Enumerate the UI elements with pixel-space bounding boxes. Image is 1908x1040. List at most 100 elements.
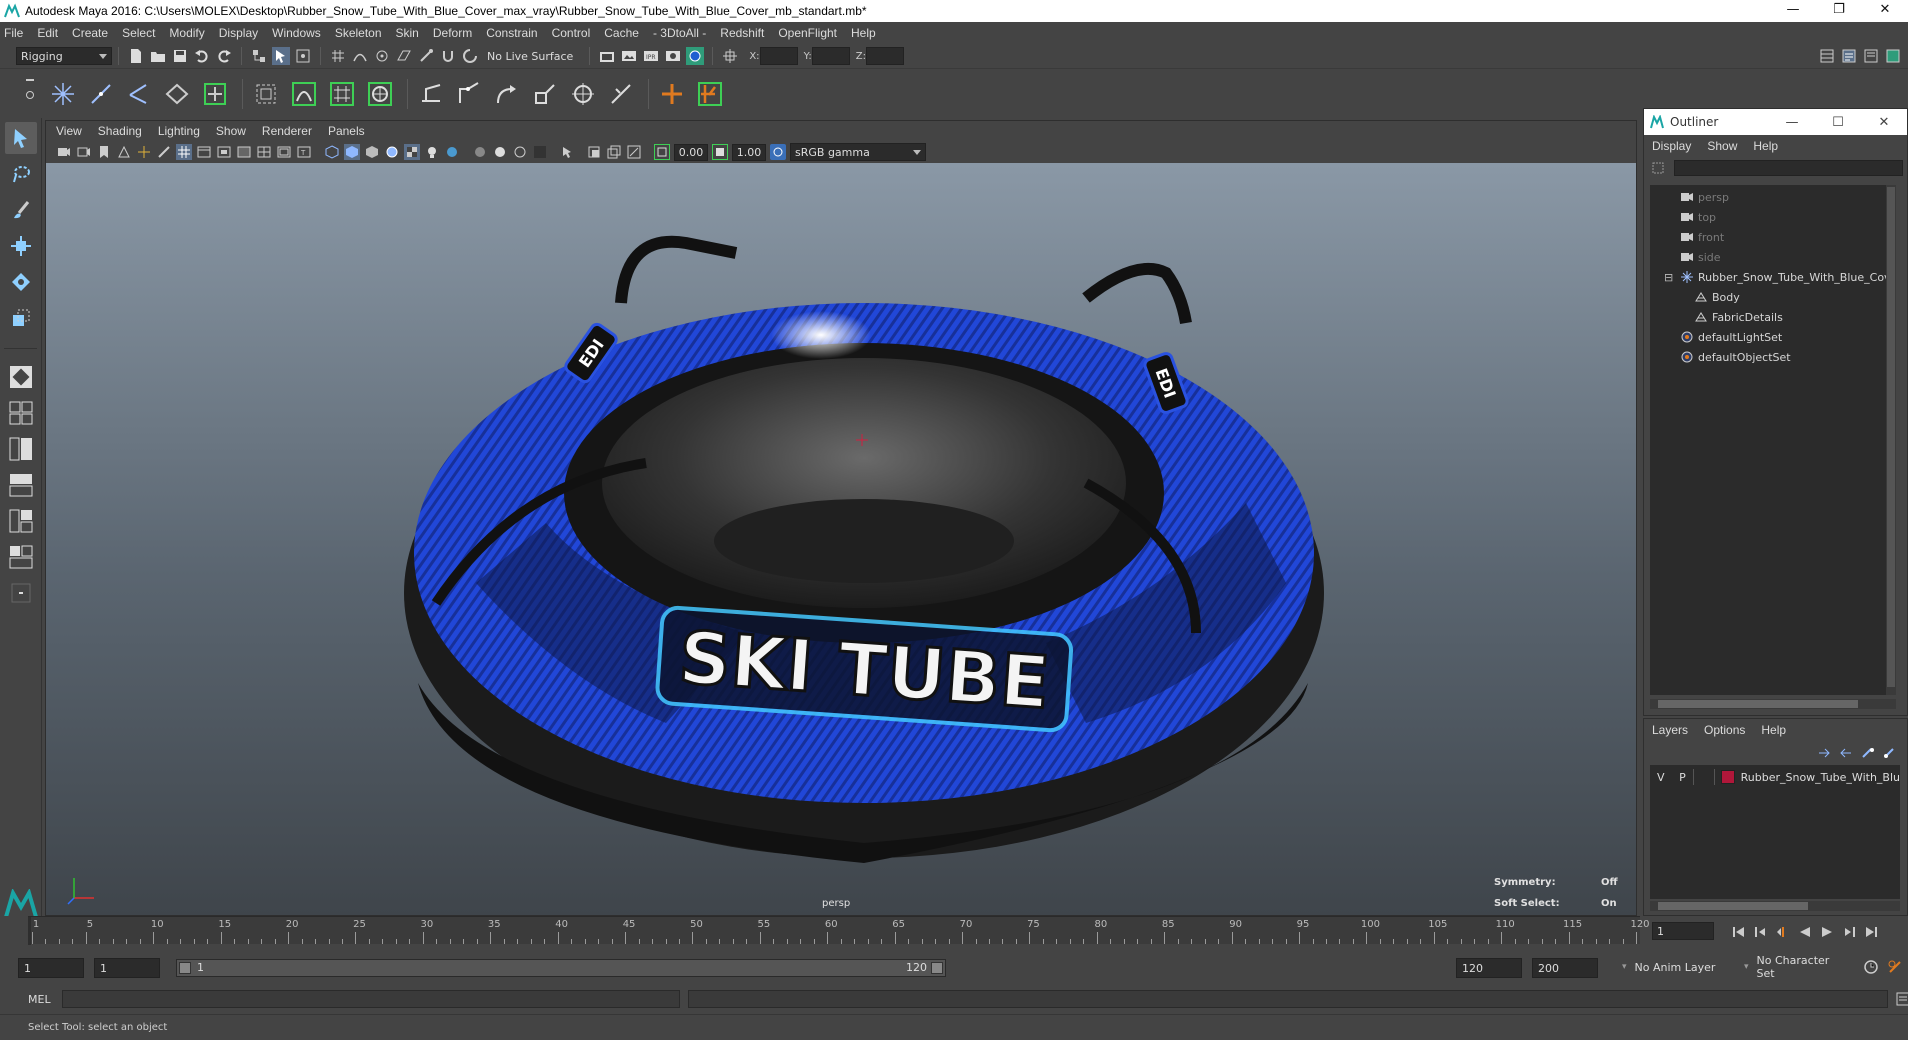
motion-blur-icon[interactable] xyxy=(492,144,508,160)
snap-live-icon[interactable] xyxy=(417,47,435,65)
filter-icon[interactable] xyxy=(1652,162,1664,174)
script-editor-icon[interactable] xyxy=(1894,990,1908,1008)
menu-3dtoall[interactable]: - 3DtoAll - xyxy=(653,26,706,40)
layer-color-swatch[interactable] xyxy=(1720,770,1735,784)
outliner-item[interactable]: front xyxy=(1650,227,1896,247)
close-button[interactable]: ✕ xyxy=(1862,0,1908,22)
make-live-icon[interactable] xyxy=(461,47,479,65)
menu-edit[interactable]: Edit xyxy=(37,26,58,40)
animation-prefs-icon[interactable] xyxy=(1886,958,1904,976)
current-frame-field[interactable]: 1 xyxy=(1652,922,1714,940)
snow-tube-model[interactable]: EDI EDI SKI TUBE xyxy=(404,235,1324,863)
perspective-viewport[interactable]: EDI EDI SKI TUBE persp Symmetry: Off Sof… xyxy=(46,163,1636,915)
select-by-object-icon[interactable] xyxy=(272,47,290,65)
snap-view-plane-icon[interactable] xyxy=(395,47,413,65)
outliner-menu-display[interactable]: Display xyxy=(1652,139,1691,153)
outliner-item[interactable]: top xyxy=(1650,207,1896,227)
wireframe-icon[interactable] xyxy=(324,144,340,160)
channel-box-icon[interactable] xyxy=(1884,47,1902,65)
transform-input-icon[interactable] xyxy=(721,47,739,65)
layer-name[interactable]: Rubber_Snow_Tube_With_Blu xyxy=(1741,771,1900,784)
exposure-field[interactable]: 0.00 xyxy=(674,143,708,161)
menu-help[interactable]: Help xyxy=(851,26,876,40)
wrap-deformer-icon[interactable] xyxy=(363,77,397,111)
xray-active-icon[interactable] xyxy=(606,144,622,160)
script-language-label[interactable]: MEL xyxy=(28,993,51,1006)
menu-control[interactable]: Control xyxy=(552,26,591,40)
outliner-minimize-button[interactable]: — xyxy=(1769,115,1815,130)
depth-of-field-icon[interactable] xyxy=(532,144,548,160)
outliner-item[interactable]: defaultObjectSet xyxy=(1650,347,1896,367)
shelf-settings-icon[interactable] xyxy=(26,91,34,99)
ik-spline-icon[interactable] xyxy=(122,77,156,111)
camera-select-icon[interactable] xyxy=(56,144,72,160)
move-layer-up-icon[interactable] xyxy=(1815,744,1833,762)
outliner-item[interactable]: ⊟ Rubber_Snow_Tube_With_Blue_Cov xyxy=(1650,267,1896,287)
outliner-item[interactable]: persp xyxy=(1650,187,1896,207)
render-frame-icon[interactable] xyxy=(620,47,638,65)
parent-constraint-icon[interactable] xyxy=(414,77,448,111)
step-forward-key-icon[interactable] xyxy=(1838,924,1860,940)
persp-graph-layout[interactable] xyxy=(7,471,35,499)
menu-skeleton[interactable]: Skeleton xyxy=(335,26,382,40)
outliner-item[interactable]: Body xyxy=(1650,287,1896,307)
image-plane-icon[interactable] xyxy=(116,144,132,160)
menu-openflight[interactable]: OpenFlight xyxy=(778,26,837,40)
go-to-start-icon[interactable] xyxy=(1728,924,1750,940)
field-chart-icon[interactable] xyxy=(256,144,272,160)
grease-pencil-icon[interactable] xyxy=(156,144,172,160)
menu-file[interactable]: File xyxy=(4,26,23,40)
step-back-key-icon[interactable] xyxy=(1750,924,1772,940)
range-start-handle[interactable] xyxy=(179,962,191,974)
collapse-toggle-icon[interactable]: ⊟ xyxy=(1664,271,1680,284)
use-all-lights-icon[interactable] xyxy=(424,144,440,160)
outliner-close-button[interactable]: ✕ xyxy=(1861,115,1907,130)
menu-display[interactable]: Display xyxy=(219,26,258,40)
xray-joints-icon[interactable] xyxy=(626,144,642,160)
lattice-icon[interactable] xyxy=(325,77,359,111)
shelf-menu-icon[interactable] xyxy=(26,79,34,81)
persp-hypershade-layout[interactable] xyxy=(7,507,35,535)
lasso-tool[interactable] xyxy=(5,158,37,190)
menu-windows[interactable]: Windows xyxy=(272,26,321,40)
bind-skin-icon[interactable] xyxy=(693,77,727,111)
viewport-menu-show[interactable]: Show xyxy=(216,124,246,138)
playback-start-field[interactable]: 1 xyxy=(94,958,160,978)
multisample-aa-icon[interactable] xyxy=(512,144,528,160)
textured-icon[interactable] xyxy=(404,144,420,160)
minimize-button[interactable]: — xyxy=(1770,0,1816,22)
range-bar[interactable]: 1 120 xyxy=(176,959,946,977)
cluster-icon[interactable] xyxy=(249,77,283,111)
attribute-editor-icon[interactable] xyxy=(1840,47,1858,65)
open-scene-icon[interactable] xyxy=(149,47,167,65)
grid-icon[interactable] xyxy=(176,144,192,160)
pole-vector-icon[interactable] xyxy=(604,77,638,111)
snap-magnet-icon[interactable] xyxy=(439,47,457,65)
ipr-render-icon[interactable]: IPR xyxy=(642,47,660,65)
animation-end-field[interactable]: 200 xyxy=(1532,958,1598,978)
step-back-frame-icon[interactable] xyxy=(1772,924,1794,940)
outliner-menu-show[interactable]: Show xyxy=(1707,139,1737,153)
hypershade-icon[interactable] xyxy=(686,47,705,65)
animation-start-field[interactable]: 1 xyxy=(18,958,84,978)
new-scene-icon[interactable] xyxy=(127,47,145,65)
film-gate-icon[interactable] xyxy=(196,144,212,160)
undo-icon[interactable] xyxy=(193,47,211,65)
default-material-icon[interactable] xyxy=(364,144,380,160)
menu-redshift[interactable]: Redshift xyxy=(720,26,764,40)
menu-modify[interactable]: Modify xyxy=(169,26,204,40)
orient-constraint-icon[interactable] xyxy=(490,77,524,111)
bookmark-icon[interactable] xyxy=(96,144,112,160)
layer-menu-options[interactable]: Options xyxy=(1704,723,1745,737)
character-set-dropdown[interactable]: ▾ No Character Set xyxy=(1740,954,1850,980)
rotate-tool[interactable] xyxy=(5,266,37,298)
timeline-track[interactable]: 1 5 10 15 20 25 30 35 40 45 50 55 60 65 70 75 80 85 90 95 10… xyxy=(28,916,1650,945)
select-tool[interactable] xyxy=(5,122,37,154)
move-layer-down-icon[interactable] xyxy=(1837,744,1855,762)
select-by-hierarchy-icon[interactable] xyxy=(250,47,268,65)
point-constraint-icon[interactable] xyxy=(452,77,486,111)
viewport-menu-view[interactable]: View xyxy=(56,124,82,138)
view-transform-dropdown[interactable]: sRGB gamma xyxy=(790,143,926,161)
xray-icon[interactable] xyxy=(586,144,602,160)
gate-mask-icon[interactable] xyxy=(236,144,252,160)
